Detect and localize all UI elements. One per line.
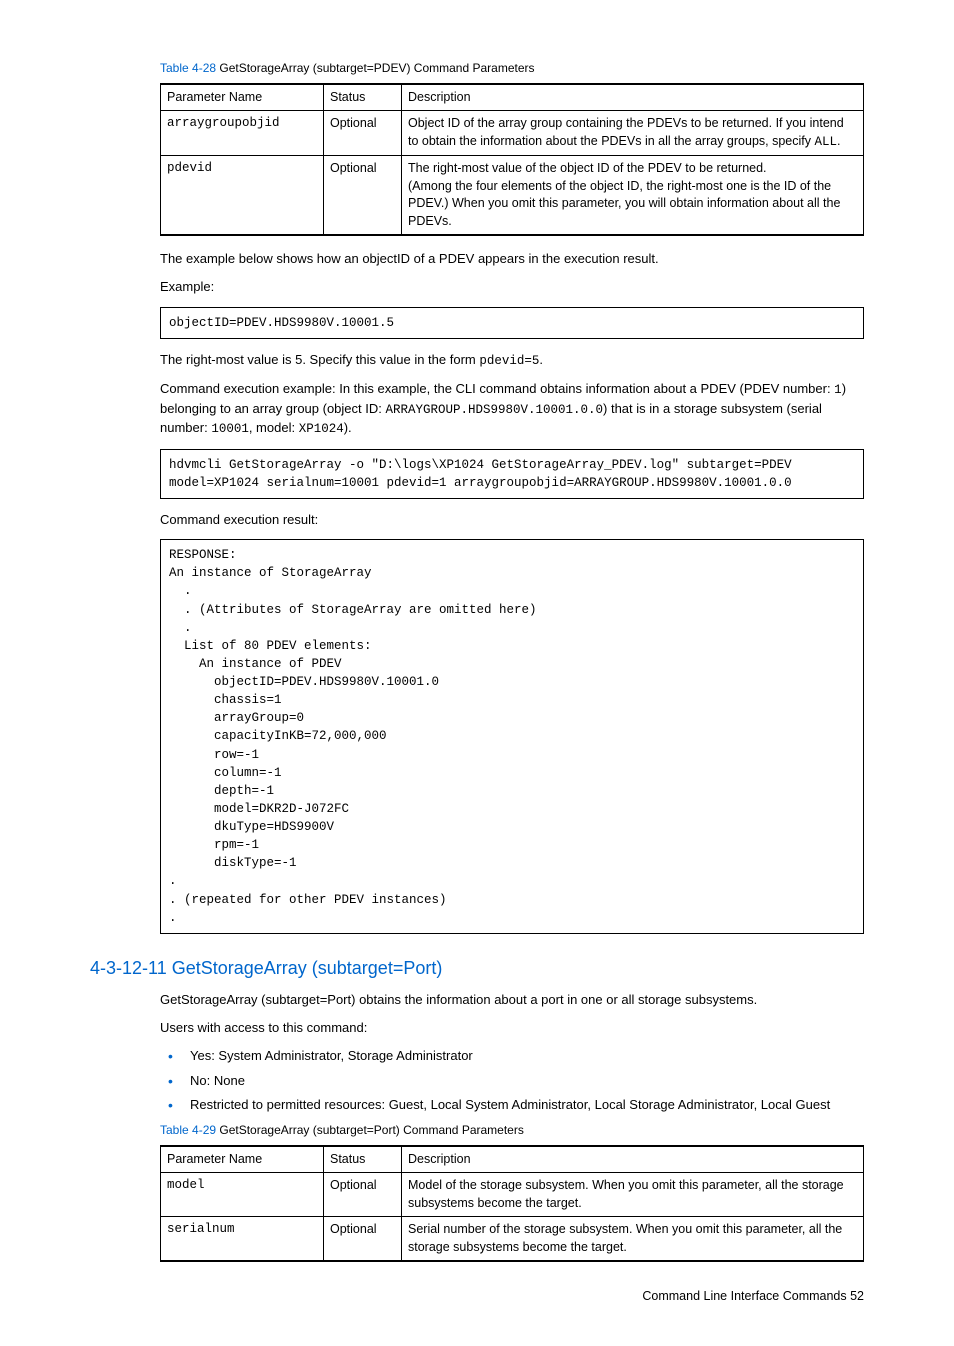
table-row: serialnum Optional Serial number of the …	[161, 1217, 864, 1262]
table-header-row: Parameter Name Status Description	[161, 84, 864, 111]
paragraph-example-intro: The example below shows how an objectID …	[160, 250, 864, 268]
access-list: Yes: System Administrator, Storage Admin…	[160, 1047, 864, 1114]
cell-desc: Serial number of the storage subsystem. …	[402, 1217, 864, 1262]
paragraph-port-intro: GetStorageArray (subtarget=Port) obtains…	[160, 991, 864, 1009]
label-example: Example:	[160, 278, 864, 296]
table-28: Parameter Name Status Description arrayg…	[160, 83, 864, 237]
th-param: Parameter Name	[161, 84, 324, 111]
cell-param: serialnum	[161, 1217, 324, 1262]
table-row: arraygroupobjid Optional Object ID of th…	[161, 111, 864, 156]
list-item: No: None	[182, 1072, 864, 1090]
paragraph-rightmost: The right-most value is 5. Specify this …	[160, 351, 864, 371]
table-header-row: Parameter Name Status Description	[161, 1146, 864, 1173]
th-param: Parameter Name	[161, 1146, 324, 1173]
cell-desc: The right-most value of the object ID of…	[402, 156, 864, 236]
th-desc: Description	[402, 84, 864, 111]
label-users-access: Users with access to this command:	[160, 1019, 864, 1037]
cell-status: Optional	[324, 111, 402, 156]
cell-param: pdevid	[161, 156, 324, 236]
table-28-number: Table 4-28	[160, 61, 216, 75]
table-row: pdevid Optional The right-most value of …	[161, 156, 864, 236]
cell-status: Optional	[324, 156, 402, 236]
list-item: Yes: System Administrator, Storage Admin…	[182, 1047, 864, 1065]
label-cmd-result: Command execution result:	[160, 511, 864, 529]
table-29-caption: Table 4-29 GetStorageArray (subtarget=Po…	[160, 1122, 864, 1139]
section-heading-port: 4-3-12-11 GetStorageArray (subtarget=Por…	[90, 956, 864, 981]
paragraph-command-exec: Command execution example: In this examp…	[160, 380, 864, 439]
table-29-title: GetStorageArray (subtarget=Port) Command…	[216, 1123, 524, 1137]
th-status: Status	[324, 84, 402, 111]
page-footer: Command Line Interface Commands 52	[90, 1288, 864, 1306]
table-28-caption: Table 4-28 GetStorageArray (subtarget=PD…	[160, 60, 864, 77]
cell-status: Optional	[324, 1173, 402, 1217]
table-29-number: Table 4-29	[160, 1123, 216, 1137]
table-29: Parameter Name Status Description model …	[160, 1145, 864, 1263]
cell-desc: Model of the storage subsystem. When you…	[402, 1173, 864, 1217]
th-desc: Description	[402, 1146, 864, 1173]
th-status: Status	[324, 1146, 402, 1173]
list-item: Restricted to permitted resources: Guest…	[182, 1096, 864, 1114]
cell-status: Optional	[324, 1217, 402, 1262]
cell-desc: Object ID of the array group containing …	[402, 111, 864, 156]
code-command: hdvmcli GetStorageArray -o "D:\logs\XP10…	[160, 449, 864, 499]
table-row: model Optional Model of the storage subs…	[161, 1173, 864, 1217]
cell-param: arraygroupobjid	[161, 111, 324, 156]
table-28-title: GetStorageArray (subtarget=PDEV) Command…	[216, 61, 534, 75]
code-objectid: objectID=PDEV.HDS9980V.10001.5	[160, 307, 864, 339]
code-result: RESPONSE: An instance of StorageArray . …	[160, 539, 864, 934]
cell-param: model	[161, 1173, 324, 1217]
